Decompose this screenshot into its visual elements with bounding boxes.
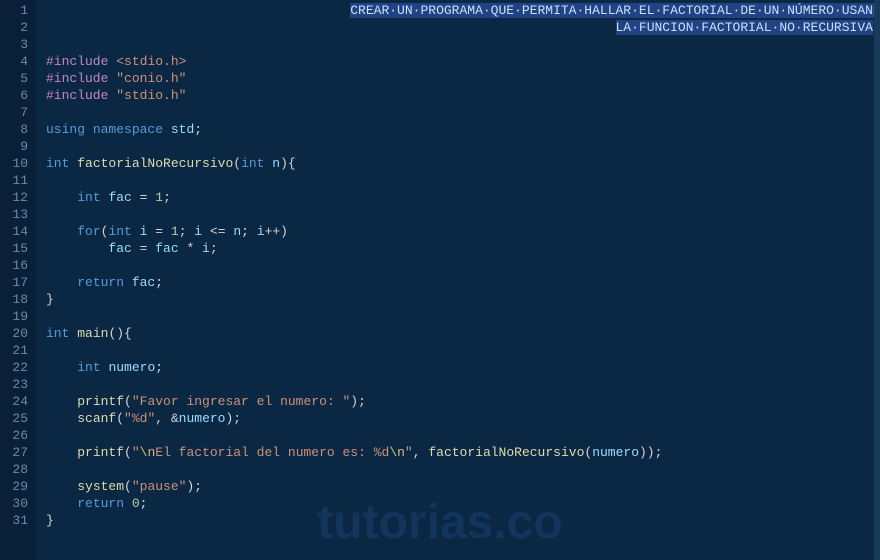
code-line: using namespace std; <box>46 121 880 138</box>
code-editor: 1 2 3 4 5 6 7 8 9 10 11 12 13 14 15 16 1… <box>0 0 880 560</box>
line-number: 5 <box>0 70 28 87</box>
line-number: 31 <box>0 512 28 529</box>
code-line <box>46 104 880 121</box>
code-line: CREAR·UN·PROGRAMA·QUE·PERMITA·HALLAR·EL·… <box>46 2 880 19</box>
code-line: } <box>46 291 880 308</box>
line-number: 10 <box>0 155 28 172</box>
line-number: 21 <box>0 342 28 359</box>
line-number: 9 <box>0 138 28 155</box>
code-line: int numero; <box>46 359 880 376</box>
code-line: scanf("%d", &numero); <box>46 410 880 427</box>
line-number: 2 <box>0 19 28 36</box>
code-line: #include "stdio.h" <box>46 87 880 104</box>
watermark-text: tutorias.co <box>317 495 562 550</box>
line-number: 18 <box>0 291 28 308</box>
code-line: for(int i = 1; i <= n; i++) <box>46 223 880 240</box>
line-number: 23 <box>0 376 28 393</box>
code-line <box>46 461 880 478</box>
line-number: 7 <box>0 104 28 121</box>
code-line: int factorialNoRecursivo(int n){ <box>46 155 880 172</box>
line-number: 19 <box>0 308 28 325</box>
line-number: 28 <box>0 461 28 478</box>
selected-comment: LA·FUNCION·FACTORIAL·NO·RECURSIVA <box>616 20 873 35</box>
code-line <box>46 342 880 359</box>
code-line: fac = fac * i; <box>46 240 880 257</box>
line-number: 22 <box>0 359 28 376</box>
line-number: 26 <box>0 427 28 444</box>
line-number: 4 <box>0 53 28 70</box>
line-number: 30 <box>0 495 28 512</box>
code-line: int main(){ <box>46 325 880 342</box>
code-line <box>46 172 880 189</box>
line-number: 3 <box>0 36 28 53</box>
code-line <box>46 427 880 444</box>
line-number: 8 <box>0 121 28 138</box>
code-line <box>46 308 880 325</box>
line-number: 6 <box>0 87 28 104</box>
code-line <box>46 138 880 155</box>
line-number: 15 <box>0 240 28 257</box>
code-line: printf("\nEl factorial del numero es: %d… <box>46 444 880 461</box>
code-line: printf("Favor ingresar el numero: "); <box>46 393 880 410</box>
line-number: 25 <box>0 410 28 427</box>
code-line: #include "conio.h" <box>46 70 880 87</box>
line-number: 17 <box>0 274 28 291</box>
line-number: 24 <box>0 393 28 410</box>
line-number: 20 <box>0 325 28 342</box>
code-line: return fac; <box>46 274 880 291</box>
code-line: system("pause"); <box>46 478 880 495</box>
code-line: int fac = 1; <box>46 189 880 206</box>
selected-comment: CREAR·UN·PROGRAMA·QUE·PERMITA·HALLAR·EL·… <box>350 3 880 18</box>
code-line <box>46 206 880 223</box>
code-line: #include <stdio.h> <box>46 53 880 70</box>
line-number: 14 <box>0 223 28 240</box>
line-number: 1 <box>0 2 28 19</box>
code-line <box>46 376 880 393</box>
line-number: 27 <box>0 444 28 461</box>
code-line <box>46 36 880 53</box>
line-number: 12 <box>0 189 28 206</box>
line-number: 13 <box>0 206 28 223</box>
scrollbar-track[interactable] <box>874 0 880 560</box>
line-number: 11 <box>0 172 28 189</box>
code-line <box>46 257 880 274</box>
code-content[interactable]: CREAR·UN·PROGRAMA·QUE·PERMITA·HALLAR·EL·… <box>36 0 880 560</box>
line-number: 29 <box>0 478 28 495</box>
line-number-gutter: 1 2 3 4 5 6 7 8 9 10 11 12 13 14 15 16 1… <box>0 0 36 560</box>
line-number: 16 <box>0 257 28 274</box>
code-line: LA·FUNCION·FACTORIAL·NO·RECURSIVA <box>46 19 880 36</box>
